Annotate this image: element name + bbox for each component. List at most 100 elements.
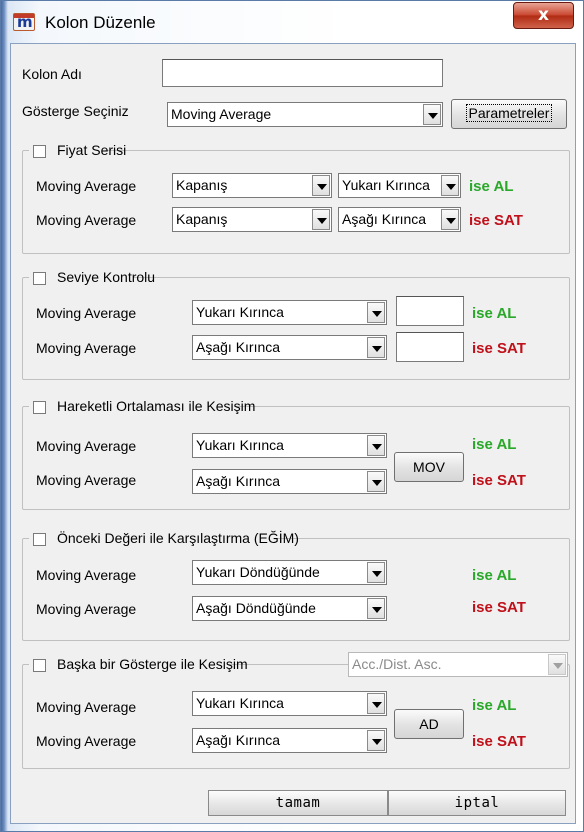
dropdown-arrow-icon[interactable] — [548, 654, 566, 675]
dialog-body: Kolon Adı Gösterge Seçiniz Moving Averag… — [10, 43, 576, 824]
onceki-row2-select[interactable]: Aşağı Döndüğünde — [192, 596, 387, 621]
dropdown-arrow-icon[interactable] — [367, 693, 385, 714]
gosterge-value: Moving Average — [171, 106, 272, 122]
baska-indicator-select[interactable]: Acc./Dist. Asc. — [348, 652, 568, 677]
onceki-row1-select[interactable]: Yukarı Döndüğünde — [192, 560, 387, 585]
onceki-row2-label: Moving Average — [36, 601, 137, 617]
parametreler-label: Parametreler — [465, 104, 553, 122]
baska-row2-result: ise SAT — [472, 733, 526, 750]
seviye-row2-result: ise SAT — [472, 340, 526, 357]
fiyat-row1-source-select[interactable]: Kapanış — [172, 173, 332, 198]
app-logo-icon: m — [13, 13, 35, 31]
seviye-row1-select[interactable]: Yukarı Kırınca — [192, 300, 387, 325]
dropdown-arrow-icon[interactable] — [367, 337, 385, 358]
baska-indicator-value: Acc./Dist. Asc. — [352, 656, 442, 672]
gosterge-select[interactable]: Moving Average — [167, 102, 443, 127]
hareketli-row1-select[interactable]: Yukarı Kırınca — [192, 433, 387, 458]
fiyat-row2-source-value: Kapanış — [176, 211, 228, 227]
dropdown-arrow-icon[interactable] — [367, 730, 385, 751]
onceki-row1-label: Moving Average — [36, 567, 137, 583]
baska-row1-value: Yukarı Kırınca — [196, 695, 284, 711]
seviye-kontrolu-title: Seviye Kontrolu — [57, 269, 156, 285]
dialog-window: m Kolon Düzenle x Kolon Adı Gösterge Seç… — [0, 0, 584, 832]
baska-row1-select[interactable]: Yukarı Kırınca — [192, 691, 387, 716]
fiyat-row1-result: ise AL — [469, 178, 514, 195]
seviye-row1-result: ise AL — [472, 305, 517, 322]
kolon-adi-input[interactable] — [162, 59, 443, 87]
onceki-row2-value: Aşağı Döndüğünde — [196, 600, 316, 616]
onceki-header: Önceki Değeri ile Karşılaştırma (EĞİM) — [29, 529, 299, 549]
seviye-kontrolu-checkbox[interactable] — [33, 272, 46, 285]
fiyat-serisi-group — [22, 150, 570, 254]
dropdown-arrow-icon[interactable] — [441, 175, 459, 196]
seviye-row1-value: Yukarı Kırınca — [196, 304, 284, 320]
onceki-row2-result: ise SAT — [472, 599, 526, 616]
ad-button[interactable]: AD — [394, 709, 464, 739]
onceki-title: Önceki Değeri ile Karşılaştırma (EĞİM) — [57, 530, 299, 546]
baska-header: Başka bir Gösterge ile Kesişim — [29, 655, 248, 675]
seviye-row2-value: Aşağı Kırınca — [196, 339, 281, 355]
parametreler-button[interactable]: Parametreler — [451, 99, 567, 129]
dropdown-arrow-icon[interactable] — [367, 471, 385, 492]
kolon-adi-label: Kolon Adı — [22, 66, 82, 82]
baska-row1-label: Moving Average — [36, 699, 137, 715]
fiyat-row1-cross-select[interactable]: Yukarı Kırınca — [338, 173, 461, 198]
seviye-row2-select[interactable]: Aşağı Kırınca — [192, 335, 387, 360]
onceki-checkbox[interactable] — [33, 533, 46, 546]
dropdown-arrow-icon[interactable] — [312, 209, 330, 230]
fiyat-serisi-header: Fiyat Serisi — [29, 141, 126, 161]
seviye-kontrolu-header: Seviye Kontrolu — [29, 268, 155, 288]
hareketli-header: Hareketli Ortalaması ile Kesişim — [29, 397, 255, 417]
hareketli-row2-result: ise SAT — [472, 472, 526, 489]
fiyat-row2-source-select[interactable]: Kapanış — [172, 207, 332, 232]
tamam-button[interactable]: tamam — [208, 790, 388, 816]
baska-row1-result: ise AL — [472, 697, 517, 714]
dropdown-arrow-icon[interactable] — [423, 104, 441, 125]
window-title: Kolon Düzenle — [45, 13, 156, 32]
onceki-row1-value: Yukarı Döndüğünde — [196, 564, 320, 580]
dropdown-arrow-icon[interactable] — [312, 175, 330, 196]
seviye-row2-input[interactable] — [396, 332, 464, 362]
fiyat-serisi-checkbox[interactable] — [33, 145, 46, 158]
dropdown-arrow-icon[interactable] — [367, 598, 385, 619]
baska-row2-label: Moving Average — [36, 733, 137, 749]
fiyat-row2-label: Moving Average — [36, 212, 137, 228]
baska-checkbox[interactable] — [33, 659, 46, 672]
hareketli-row1-value: Yukarı Kırınca — [196, 437, 284, 453]
fiyat-serisi-title: Fiyat Serisi — [57, 142, 127, 158]
hareketli-row2-select[interactable]: Aşağı Kırınca — [192, 469, 387, 494]
onceki-group — [22, 538, 570, 641]
dropdown-arrow-icon[interactable] — [367, 435, 385, 456]
seviye-row1-input[interactable] — [396, 296, 464, 326]
close-icon: x — [538, 5, 549, 25]
fiyat-row1-source-value: Kapanış — [176, 177, 228, 193]
hareketli-title: Hareketli Ortalaması ile Kesişim — [57, 398, 256, 414]
seviye-row2-label: Moving Average — [36, 340, 137, 356]
baska-row2-select[interactable]: Aşağı Kırınca — [192, 728, 387, 753]
title-bar[interactable]: m Kolon Düzenle x — [1, 1, 584, 43]
hareketli-group — [22, 406, 570, 510]
fiyat-row1-label: Moving Average — [36, 178, 137, 194]
baska-group — [22, 664, 570, 769]
dropdown-arrow-icon[interactable] — [367, 302, 385, 323]
seviye-row1-label: Moving Average — [36, 305, 137, 321]
hareketli-checkbox[interactable] — [33, 401, 46, 414]
mov-button[interactable]: MOV — [394, 452, 464, 482]
fiyat-row2-cross-select[interactable]: Aşağı Kırınca — [338, 207, 461, 232]
hareketli-row1-label: Moving Average — [36, 438, 137, 454]
iptal-button[interactable]: iptal — [388, 790, 566, 816]
gosterge-label: Gösterge Seçiniz — [22, 103, 129, 119]
hareketli-row2-value: Aşağı Kırınca — [196, 473, 281, 489]
hareketli-row2-label: Moving Average — [36, 472, 137, 488]
fiyat-row1-cross-value: Yukarı Kırınca — [342, 177, 430, 193]
hareketli-row1-result: ise AL — [472, 436, 517, 453]
dropdown-arrow-icon[interactable] — [441, 209, 459, 230]
onceki-row1-result: ise AL — [472, 567, 517, 584]
dropdown-arrow-icon[interactable] — [367, 562, 385, 583]
fiyat-row2-cross-value: Aşağı Kırınca — [342, 211, 427, 227]
baska-title: Başka bir Gösterge ile Kesişim — [57, 656, 248, 672]
close-button[interactable]: x — [513, 2, 574, 29]
fiyat-row2-result: ise SAT — [469, 212, 523, 229]
baska-row2-value: Aşağı Kırınca — [196, 732, 281, 748]
seviye-kontrolu-group — [22, 277, 570, 380]
